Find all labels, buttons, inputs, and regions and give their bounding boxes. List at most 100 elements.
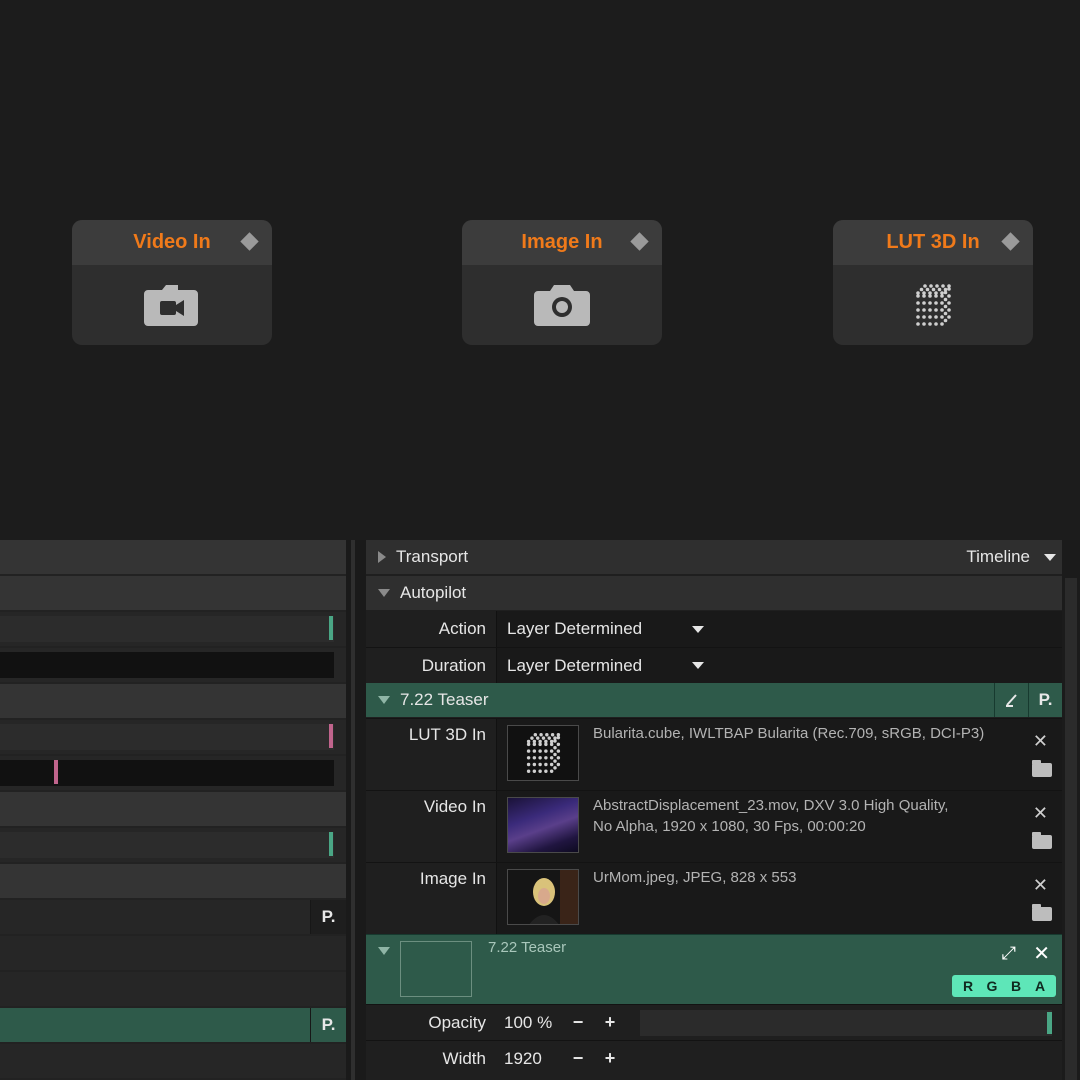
autopilot-section-header[interactable]: Autopilot xyxy=(366,576,1062,610)
asset-description: AbstractDisplacement_23.mov, DXV 3.0 Hig… xyxy=(593,795,1013,837)
p-button[interactable]: P. xyxy=(1028,683,1062,717)
folder-icon[interactable] xyxy=(1032,904,1052,921)
timeline-clip-row[interactable] xyxy=(0,720,346,754)
rgba-channel-toggle[interactable]: R G B A xyxy=(952,975,1056,997)
expand-arrows-icon[interactable]: ⤢ xyxy=(1002,943,1016,964)
timeline-clip-selected-row[interactable]: P. xyxy=(0,1008,346,1042)
panel-splitter[interactable] xyxy=(346,540,366,1080)
timeline-row xyxy=(0,972,346,1006)
asset-row-lut: LUT 3D In Bularita.cube, IWLTBAP Bularit… xyxy=(366,718,1062,790)
folder-icon[interactable] xyxy=(1032,832,1052,849)
asset-description: Bularita.cube, IWLTBAP Bularita (Rec.709… xyxy=(593,723,1013,744)
timeline-track-row[interactable] xyxy=(0,756,346,790)
action-select[interactable]: Layer Determined xyxy=(496,611,1062,647)
decrement-button[interactable]: − xyxy=(562,1048,594,1069)
inspector-panel: Transport Timeline Autopilot Action Laye… xyxy=(366,540,1080,1080)
duration-select[interactable]: Layer Determined xyxy=(496,648,1062,683)
timeline-marker[interactable] xyxy=(329,724,333,748)
asset-desc-line: Bularita.cube, IWLTBAP Bularita (Rec.709… xyxy=(593,725,985,742)
asset-label: Video In xyxy=(423,797,486,816)
channel-b[interactable]: B xyxy=(1004,978,1028,994)
remove-asset-close-icon[interactable]: ✕ xyxy=(1033,875,1048,896)
collapse-arrow-icon[interactable] xyxy=(378,696,390,704)
chevron-down-icon[interactable] xyxy=(692,662,705,669)
timeline-playhead[interactable] xyxy=(54,760,58,784)
channel-r[interactable]: R xyxy=(956,978,980,994)
node-canvas: Video In Image In LUT 3D In xyxy=(0,0,1080,540)
layer-card[interactable]: 7.22 Teaser ⤢ ✕ R G B A xyxy=(366,934,1062,1006)
video-camera-icon xyxy=(144,285,198,326)
node-output-diamond-icon[interactable] xyxy=(630,232,649,251)
timeline-row xyxy=(0,792,346,826)
node-body xyxy=(833,265,1033,345)
timeline-track-row[interactable] xyxy=(0,648,346,682)
action-row: Action Layer Determined xyxy=(366,611,1062,647)
timeline-row xyxy=(0,684,346,718)
increment-button[interactable]: + xyxy=(594,1048,626,1069)
channel-g[interactable]: G xyxy=(980,978,1004,994)
timeline-clip-bar[interactable] xyxy=(0,724,334,750)
channel-a[interactable]: A xyxy=(1028,978,1052,994)
clip-title: 7.22 Teaser xyxy=(400,690,489,709)
asset-thumbnail[interactable] xyxy=(507,725,579,781)
timeline-marker[interactable] xyxy=(329,616,333,640)
splitter-grip[interactable] xyxy=(351,540,355,1080)
clip-section-header[interactable]: 7.22 Teaser P. xyxy=(366,683,1062,717)
opacity-row: Opacity 100 % − + xyxy=(366,1004,1062,1040)
scrollbar-track[interactable] xyxy=(1065,578,1077,1080)
folder-icon[interactable] xyxy=(1032,760,1052,777)
layer-timeline-panel: P. P. xyxy=(0,540,346,1080)
node-title: Video In xyxy=(133,231,211,253)
expand-arrow-icon[interactable] xyxy=(378,551,386,563)
remove-asset-close-icon[interactable]: ✕ xyxy=(1033,731,1048,752)
timeline-clip-row[interactable] xyxy=(0,612,346,646)
node-title: Image In xyxy=(521,231,603,253)
asset-thumbnail[interactable] xyxy=(507,797,579,853)
p-button[interactable]: P. xyxy=(310,900,346,934)
timeline-clip-bar[interactable] xyxy=(0,832,334,858)
node-lut-3d-in[interactable]: LUT 3D In xyxy=(833,220,1033,345)
duration-label: Duration xyxy=(421,655,486,675)
timeline-row xyxy=(0,1044,346,1078)
timeline-header-row xyxy=(0,540,346,574)
close-icon[interactable]: ✕ xyxy=(1033,941,1050,966)
collapse-arrow-icon[interactable] xyxy=(378,947,390,955)
asset-label: Image In xyxy=(419,869,486,888)
width-label: Width xyxy=(442,1048,486,1068)
inspector-scrollbar[interactable] xyxy=(1062,540,1080,1080)
opacity-value[interactable]: 100 % xyxy=(496,1013,562,1033)
asset-cell[interactable]: AbstractDisplacement_23.mov, DXV 3.0 Hig… xyxy=(496,791,1062,862)
timeline-track-bar[interactable] xyxy=(0,760,334,786)
asset-label: LUT 3D In xyxy=(408,725,486,744)
edit-clip-button[interactable] xyxy=(994,683,1028,717)
node-video-in[interactable]: Video In xyxy=(72,220,272,345)
transport-section-header[interactable]: Transport Timeline xyxy=(366,540,1062,574)
node-output-diamond-icon[interactable] xyxy=(1001,232,1020,251)
increment-button[interactable]: + xyxy=(594,1012,626,1033)
timeline-clip-bar[interactable] xyxy=(0,616,334,642)
node-output-diamond-icon[interactable] xyxy=(240,232,259,251)
decrement-button[interactable]: − xyxy=(562,1012,594,1033)
opacity-slider[interactable] xyxy=(640,1009,1052,1036)
section-title: Transport xyxy=(396,547,469,566)
lut-cube-icon xyxy=(526,733,561,773)
chevron-down-icon[interactable] xyxy=(692,625,705,633)
asset-cell[interactable]: Bularita.cube, IWLTBAP Bularita (Rec.709… xyxy=(496,719,1062,790)
slider-handle[interactable] xyxy=(1047,1011,1052,1034)
asset-desc-line: UrMom.jpeg, JPEG, 828 x 553 xyxy=(593,869,797,886)
chevron-down-icon[interactable] xyxy=(1044,553,1056,561)
timeline-clip-row[interactable] xyxy=(0,828,346,862)
width-value[interactable]: 1920 xyxy=(496,1049,562,1069)
collapse-arrow-icon[interactable] xyxy=(378,589,390,597)
timeline-marker[interactable] xyxy=(329,832,333,856)
layer-preview-thumbnail[interactable] xyxy=(400,941,472,997)
asset-desc-line: No Alpha, 1920 x 1080, 30 Fps, 00:00:20 xyxy=(593,818,866,835)
remove-asset-close-icon[interactable]: ✕ xyxy=(1033,803,1048,824)
node-image-in[interactable]: Image In xyxy=(462,220,662,345)
asset-cell[interactable]: UrMom.jpeg, JPEG, 828 x 553 ✕ xyxy=(496,863,1062,934)
timeline-track-bar[interactable] xyxy=(0,652,334,678)
node-header: Video In xyxy=(72,220,272,265)
transport-mode-select[interactable]: Timeline xyxy=(966,547,1030,567)
p-button[interactable]: P. xyxy=(310,1008,346,1042)
asset-thumbnail[interactable] xyxy=(507,869,579,925)
